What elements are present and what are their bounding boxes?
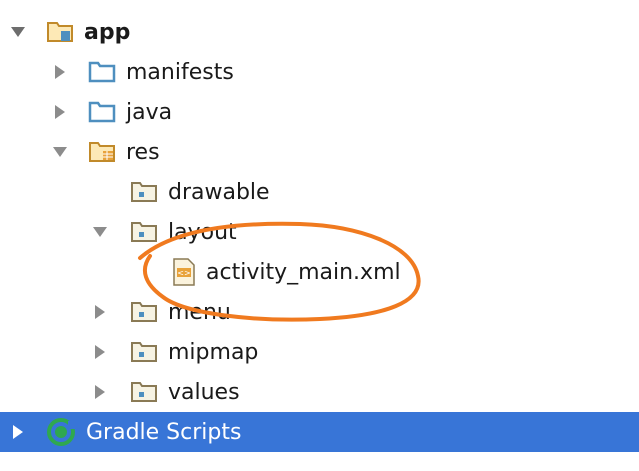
tree-item-label: app xyxy=(84,19,131,45)
collapsed-arrow-icon[interactable] xyxy=(90,302,110,322)
collapsed-arrow-icon[interactable] xyxy=(8,422,28,442)
folder-icon xyxy=(130,380,157,404)
folder-icon xyxy=(130,300,157,324)
resource-folder-icon xyxy=(88,140,115,164)
collapsed-arrow-icon[interactable] xyxy=(50,62,70,82)
tree-item-label: java xyxy=(126,99,173,125)
xml-file-icon: <> xyxy=(172,258,196,286)
tree-item-menu[interactable]: menu xyxy=(0,292,639,332)
collapsed-arrow-icon[interactable] xyxy=(90,382,110,402)
tree-item-layout[interactable]: layout xyxy=(0,212,639,252)
tree-item-label: activity_main.xml xyxy=(206,259,401,285)
folder-icon xyxy=(88,100,116,124)
tree-item-java[interactable]: java xyxy=(0,92,639,132)
tree-item-label: manifests xyxy=(126,59,234,85)
tree-item-label: layout xyxy=(168,219,237,245)
tree-item-label: drawable xyxy=(168,179,270,205)
project-tree: app manifests java res drawable layout <… xyxy=(0,0,639,471)
tree-item-label: values xyxy=(168,379,240,405)
tree-item-activity-main-xml[interactable]: <> activity_main.xml xyxy=(0,252,639,292)
expand-arrow-icon[interactable] xyxy=(50,142,70,162)
collapsed-arrow-icon[interactable] xyxy=(50,102,70,122)
tree-item-mipmap[interactable]: mipmap xyxy=(0,332,639,372)
folder-icon xyxy=(88,60,116,84)
svg-text:<>: <> xyxy=(177,269,190,278)
folder-icon xyxy=(130,220,157,244)
gradle-icon xyxy=(46,417,76,447)
tree-item-app[interactable]: app xyxy=(0,12,639,52)
tree-item-manifests[interactable]: manifests xyxy=(0,52,639,92)
tree-item-gradle-scripts[interactable]: Gradle Scripts xyxy=(0,412,639,452)
tree-item-drawable[interactable]: drawable xyxy=(0,172,639,212)
collapsed-arrow-icon[interactable] xyxy=(90,342,110,362)
tree-item-values[interactable]: values xyxy=(0,372,639,412)
expand-arrow-icon[interactable] xyxy=(90,222,110,242)
tree-item-label: mipmap xyxy=(168,339,259,365)
expand-arrow-icon[interactable] xyxy=(8,22,28,42)
folder-icon xyxy=(130,340,157,364)
tree-item-label: menu xyxy=(168,299,231,325)
tree-item-res[interactable]: res xyxy=(0,132,639,172)
folder-icon xyxy=(130,180,157,204)
tree-item-label: res xyxy=(126,139,160,165)
module-folder-icon xyxy=(46,20,73,44)
tree-item-label: Gradle Scripts xyxy=(86,419,242,445)
